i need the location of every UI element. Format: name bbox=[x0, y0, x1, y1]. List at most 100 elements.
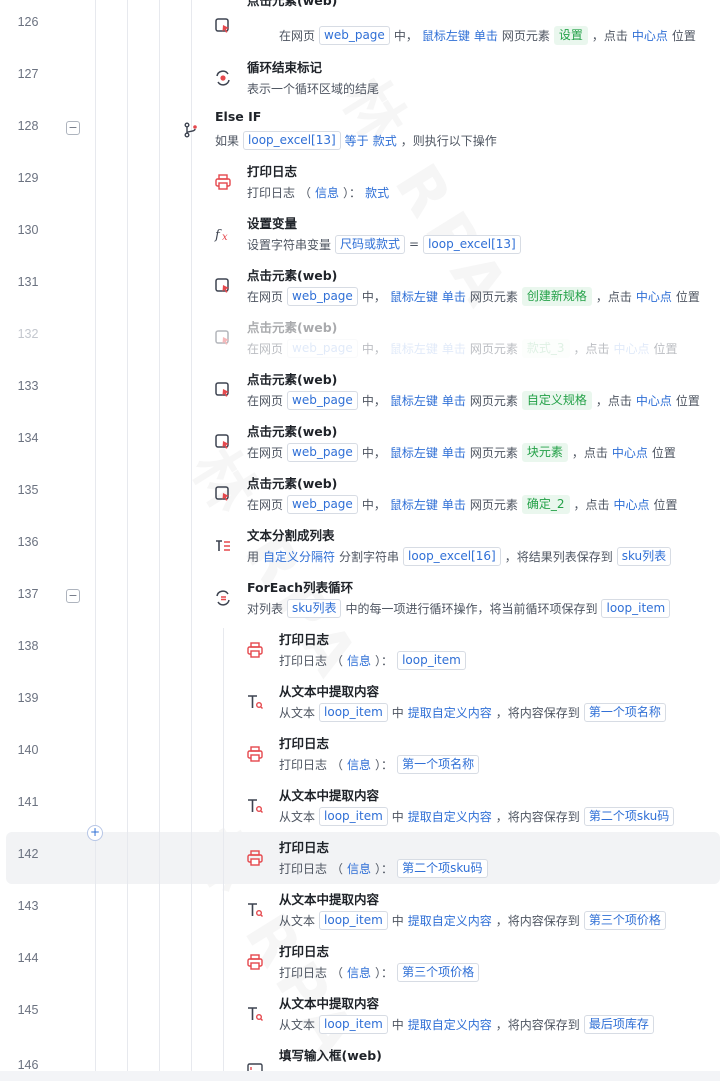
element-tag[interactable]: 创建新规格 bbox=[521, 286, 592, 306]
step-row-137[interactable]: 137 − ForEach列表循环 对列表 sku列表 中的每一项进行循环操作，… bbox=[0, 572, 720, 624]
log-level-link[interactable]: 信息 bbox=[347, 652, 371, 669]
option-link[interactable]: 提取自定义内容 bbox=[408, 1016, 492, 1033]
variable-tag[interactable]: 尺码或款式 bbox=[335, 234, 406, 254]
step-row-128[interactable]: 128 − Else IF 如果 loop_excel[13] 等于 款式 ，则… bbox=[0, 104, 720, 156]
collapse-toggle[interactable]: − bbox=[66, 121, 80, 135]
variable-tag[interactable]: web_page bbox=[287, 390, 358, 410]
variable-tag[interactable]: loop_item bbox=[319, 806, 388, 826]
input-fill-icon bbox=[246, 1060, 264, 1071]
variable-tag[interactable]: web_page bbox=[287, 494, 358, 514]
variable-tag[interactable]: loop_item bbox=[319, 702, 388, 722]
variable-tag[interactable]: web_page bbox=[287, 286, 358, 306]
variable-tag[interactable]: web_page bbox=[287, 442, 358, 462]
operator-link[interactable]: 等于 bbox=[345, 132, 369, 149]
element-tag[interactable]: 块元素 bbox=[521, 442, 568, 462]
option-link[interactable]: 自定义分隔符 bbox=[263, 548, 335, 565]
step-row-132[interactable]: 132 点击元素(web) 在网页 web_page 中， 鼠标左键 单击 网页… bbox=[0, 312, 720, 364]
step-row-142[interactable]: 142 打印日志 打印日志 （ 信息 ）： 第二个项sku码 bbox=[6, 832, 720, 884]
option-link[interactable]: 单击 bbox=[474, 27, 498, 44]
variable-tag[interactable]: 第二个项sku码 bbox=[397, 858, 488, 878]
log-level-link[interactable]: 信息 bbox=[315, 184, 339, 201]
flow-editor-canvas: 林 RPA 林 RPA 林 RPA 126 点击元素(web) 在网页 web_… bbox=[0, 0, 720, 1071]
step-row-140[interactable]: 140 打印日志 打印日志 （ 信息 ）： 第一个项名称 bbox=[0, 728, 720, 780]
option-link[interactable]: 鼠标左键 bbox=[390, 444, 438, 461]
step-row-139[interactable]: 139 从文本中提取内容 从文本 loop_item 中 提取自定义内容 ，将内… bbox=[0, 676, 720, 728]
variable-tag[interactable]: sku列表 bbox=[287, 598, 342, 618]
variable-tag[interactable]: loop_item bbox=[397, 650, 466, 670]
step-row-141[interactable]: 141 从文本中提取内容 从文本 loop_item 中 提取自定义内容 ，将内… bbox=[0, 780, 720, 832]
line-number: 126 bbox=[17, 15, 39, 29]
desc-text: 中 bbox=[391, 705, 404, 720]
variable-tag[interactable]: loop_item bbox=[601, 598, 671, 618]
step-row-131[interactable]: 131 点击元素(web) 在网页 web_page 中， 鼠标左键 单击 网页… bbox=[0, 260, 720, 312]
step-row-130[interactable]: 130 fx 设置变量 设置字符串变量 尺码或款式 = loop_excel[1… bbox=[0, 208, 720, 260]
text-extract-icon bbox=[246, 797, 264, 815]
variable-tag[interactable]: web_page bbox=[287, 338, 358, 358]
add-step-button[interactable]: + bbox=[87, 825, 103, 841]
variable-tag[interactable]: loop_excel[13] bbox=[423, 234, 521, 254]
option-link[interactable]: 鼠标左键 bbox=[390, 340, 438, 357]
variable-tag[interactable]: 最后项库存 bbox=[583, 1014, 654, 1034]
step-row-127[interactable]: 127 循环结束标记 表示一个循环区域的结尾 bbox=[0, 52, 720, 104]
variable-tag[interactable]: loop_excel[13] bbox=[243, 130, 341, 150]
option-link[interactable]: 单击 bbox=[442, 288, 466, 305]
svg-text:x: x bbox=[222, 232, 228, 243]
element-tag[interactable]: 设置 bbox=[553, 25, 588, 45]
desc-text: 网页元素 bbox=[501, 28, 550, 43]
variable-tag[interactable]: 第三个项价格 bbox=[583, 910, 666, 930]
option-link[interactable]: 中心点 bbox=[614, 340, 650, 357]
option-link[interactable]: 单击 bbox=[442, 496, 466, 513]
step-description: 从文本 loop_item 中 提取自定义内容 ，将内容保存到 第二个项sku码 bbox=[279, 806, 675, 826]
value-link[interactable]: 款式 bbox=[365, 184, 389, 201]
option-link[interactable]: 提取自定义内容 bbox=[408, 912, 492, 929]
desc-text: ）： bbox=[343, 185, 362, 200]
variable-tag[interactable]: 第一个项名称 bbox=[583, 702, 666, 722]
option-link[interactable]: 提取自定义内容 bbox=[408, 808, 492, 825]
step-row-134[interactable]: 134 点击元素(web) 在网页 web_page 中， 鼠标左键 单击 网页… bbox=[0, 416, 720, 468]
step-row-135[interactable]: 135 点击元素(web) 在网页 web_page 中， 鼠标左键 单击 网页… bbox=[0, 468, 720, 520]
log-level-link[interactable]: 信息 bbox=[347, 964, 371, 981]
option-link[interactable]: 鼠标左键 bbox=[422, 27, 470, 44]
log-level-link[interactable]: 信息 bbox=[347, 756, 371, 773]
option-link[interactable]: 中心点 bbox=[632, 27, 668, 44]
option-link[interactable]: 中心点 bbox=[612, 444, 648, 461]
desc-text: 打印日志 bbox=[279, 965, 328, 980]
desc-text: （ bbox=[331, 653, 344, 668]
variable-tag[interactable]: loop_item bbox=[319, 1014, 388, 1034]
option-link[interactable]: 单击 bbox=[442, 444, 466, 461]
option-link[interactable]: 中心点 bbox=[636, 392, 672, 409]
element-tag[interactable]: 自定义规格 bbox=[521, 390, 592, 410]
option-link[interactable]: 中心点 bbox=[636, 288, 672, 305]
desc-text: 网页元素 bbox=[469, 445, 518, 460]
step-row-136[interactable]: 136 文本分割成列表 用 自定义分隔符 分割字符串 loop_excel[16… bbox=[0, 520, 720, 572]
value-link[interactable]: 款式 bbox=[373, 132, 397, 149]
step-row-138[interactable]: 138 打印日志 打印日志 （ 信息 ）： loop_item bbox=[0, 624, 720, 676]
variable-tag[interactable]: sku列表 bbox=[616, 546, 672, 566]
option-link[interactable]: 单击 bbox=[442, 392, 466, 409]
step-title: 从文本中提取内容 bbox=[279, 788, 380, 803]
variable-tag[interactable]: loop_item bbox=[319, 910, 388, 930]
option-link[interactable]: 单击 bbox=[442, 340, 466, 357]
variable-tag[interactable]: 第一个项名称 bbox=[397, 754, 480, 774]
option-link[interactable]: 提取自定义内容 bbox=[408, 704, 492, 721]
element-tag[interactable]: 款式_3 bbox=[521, 338, 570, 358]
option-link[interactable]: 鼠标左键 bbox=[390, 288, 438, 305]
text-extract-icon bbox=[246, 901, 264, 919]
log-level-link[interactable]: 信息 bbox=[347, 860, 371, 877]
step-row-143[interactable]: 143 从文本中提取内容 从文本 loop_item 中 提取自定义内容 ，将内… bbox=[0, 884, 720, 936]
variable-tag[interactable]: 第三个项价格 bbox=[397, 962, 480, 982]
variable-tag[interactable]: web_page bbox=[319, 25, 390, 45]
step-row-133[interactable]: 133 点击元素(web) 在网页 web_page 中， 鼠标左键 单击 网页… bbox=[0, 364, 720, 416]
option-link[interactable]: 鼠标左键 bbox=[390, 496, 438, 513]
option-link[interactable]: 鼠标左键 bbox=[390, 392, 438, 409]
element-tag[interactable]: 确定_2 bbox=[521, 494, 570, 514]
step-row-126[interactable]: 126 点击元素(web) 在网页 web_page 中， 鼠标左键 单击 网页… bbox=[0, 0, 720, 52]
step-row-129[interactable]: 129 打印日志 打印日志 （ 信息 ）： 款式 bbox=[0, 156, 720, 208]
step-row-145[interactable]: 145 从文本中提取内容 从文本 loop_item 中 提取自定义内容 ，将内… bbox=[0, 988, 720, 1040]
step-row-144[interactable]: 144 打印日志 打印日志 （ 信息 ）： 第三个项价格 bbox=[0, 936, 720, 988]
variable-tag[interactable]: 第二个项sku码 bbox=[583, 806, 675, 826]
step-row-146[interactable]: 146 填写输入框(web) bbox=[0, 1040, 720, 1071]
collapse-toggle[interactable]: − bbox=[66, 589, 80, 603]
variable-tag[interactable]: loop_excel[16] bbox=[403, 546, 501, 566]
option-link[interactable]: 中心点 bbox=[614, 496, 650, 513]
